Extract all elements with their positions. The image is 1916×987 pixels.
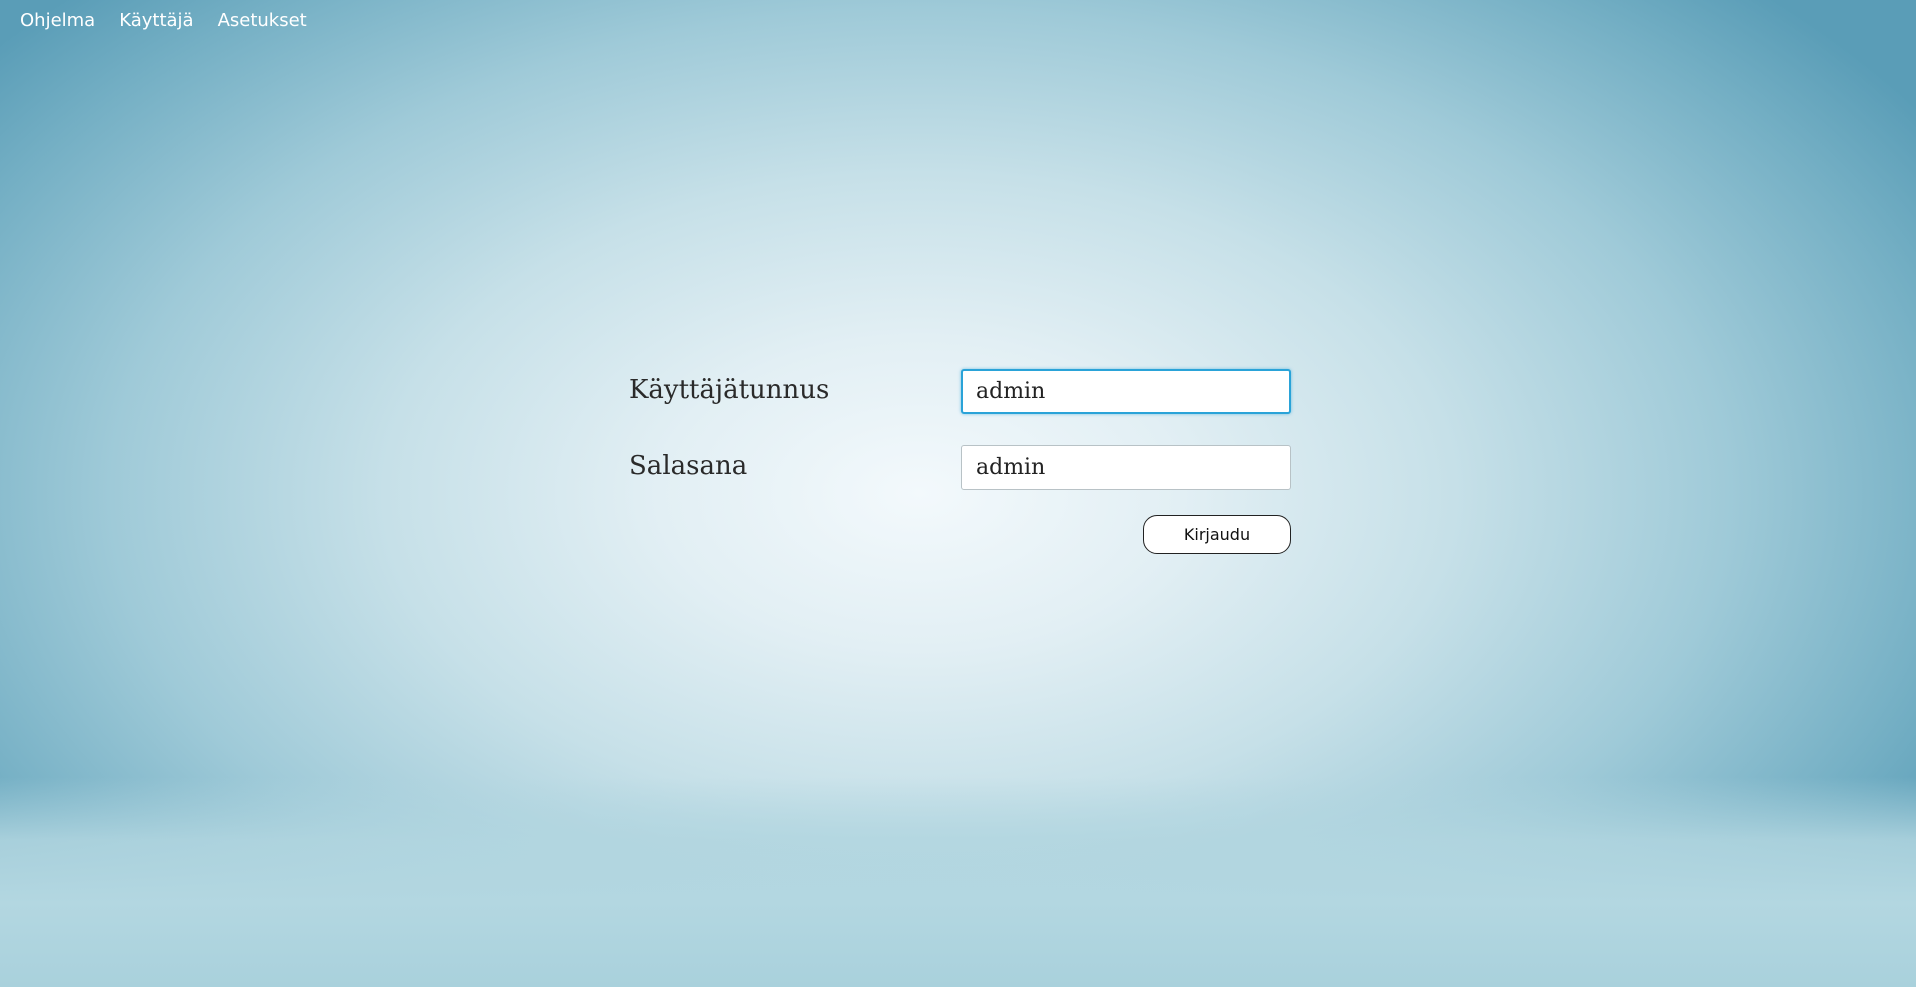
password-label: Salasana: [629, 451, 748, 481]
username-input[interactable]: [961, 369, 1291, 414]
password-row: Salasana: [629, 445, 1294, 493]
menu-item-kayttaja[interactable]: Käyttäjä: [119, 8, 193, 34]
submit-row: Kirjaudu: [629, 515, 1294, 555]
username-row: Käyttäjätunnus: [629, 369, 1294, 417]
login-button[interactable]: Kirjaudu: [1143, 515, 1291, 554]
username-label: Käyttäjätunnus: [629, 375, 830, 405]
background-floor: [0, 777, 1916, 987]
login-form: Käyttäjätunnus Salasana Kirjaudu: [629, 369, 1294, 555]
menu-item-ohjelma[interactable]: Ohjelma: [20, 8, 95, 34]
menu-item-asetukset[interactable]: Asetukset: [218, 8, 307, 34]
menu-bar: Ohjelma Käyttäjä Asetukset: [20, 8, 331, 34]
password-input[interactable]: [961, 445, 1291, 490]
